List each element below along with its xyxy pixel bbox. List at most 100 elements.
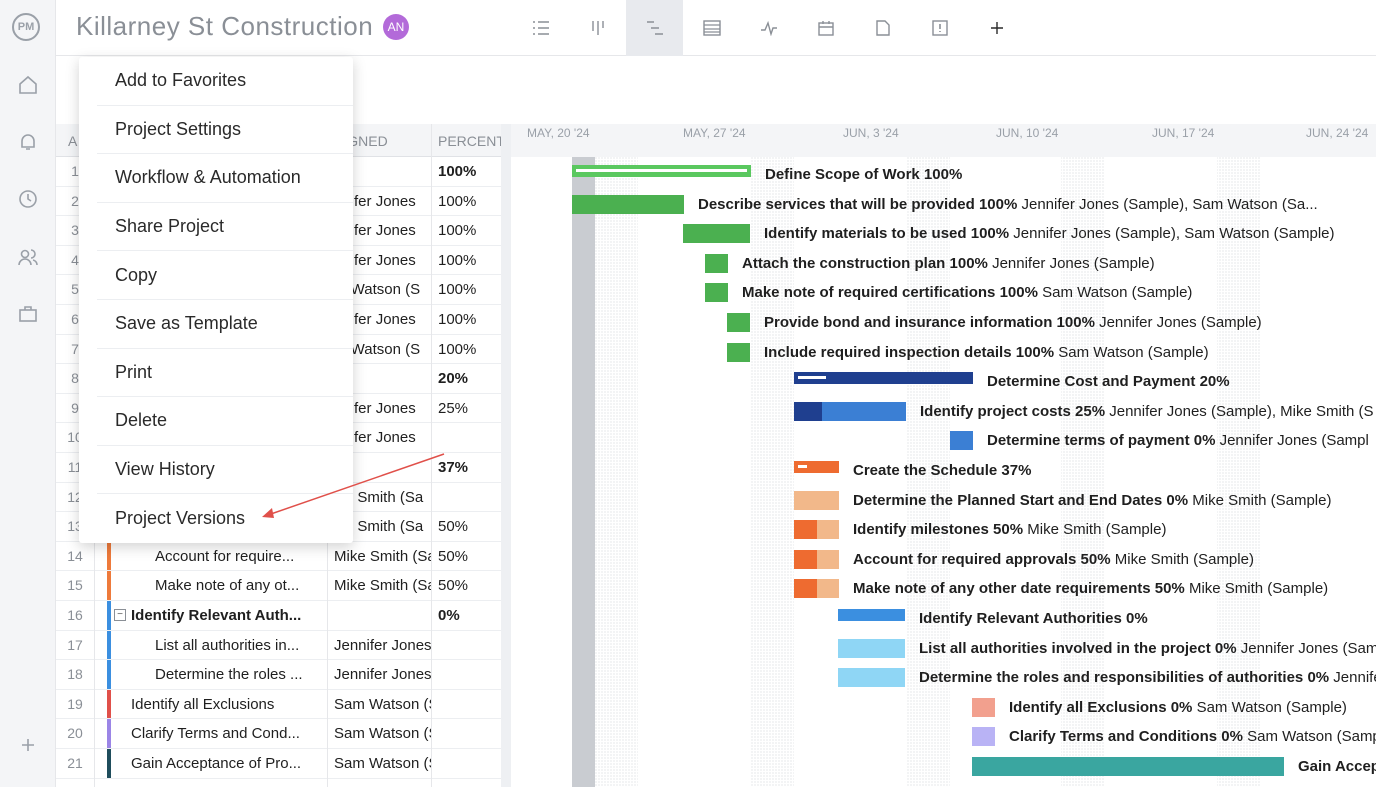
briefcase-icon[interactable]	[17, 303, 39, 325]
gantt-task-bar[interactable]	[794, 401, 906, 421]
percent-cell[interactable]: 100%	[438, 341, 498, 358]
menu-item-workflow-automation[interactable]: Workflow & Automation	[97, 154, 353, 203]
percent-cell[interactable]: 0%	[438, 607, 498, 624]
gantt-view-icon[interactable]	[626, 0, 683, 56]
percent-cell[interactable]: 20%	[438, 370, 498, 387]
gantt-task-percent: 0%	[1170, 698, 1193, 716]
task-name-cell[interactable]: Clarify Terms and Cond...	[131, 725, 323, 742]
gantt-summary-bar[interactable]	[572, 165, 751, 177]
percent-cell[interactable]: 100%	[438, 193, 498, 210]
column-header-percent[interactable]: PERCENT	[438, 133, 505, 149]
gantt-task-bar[interactable]	[838, 668, 905, 688]
assigned-cell[interactable]: Sam Watson (S	[334, 755, 432, 772]
dashboard-view-icon[interactable]	[740, 0, 797, 56]
gantt-summary-bar[interactable]	[794, 372, 973, 385]
gantt-task-bar[interactable]	[727, 342, 750, 362]
task-name-cell[interactable]: Determine the roles ...	[155, 666, 323, 683]
gantt-task-bar[interactable]	[705, 283, 728, 303]
percent-cell[interactable]: 100%	[438, 252, 498, 269]
assigned-cell[interactable]: Jennifer Jones	[334, 637, 432, 654]
gantt-summary-bar[interactable]	[794, 461, 839, 473]
plus-icon[interactable]	[17, 734, 39, 756]
bell-icon[interactable]	[17, 131, 39, 153]
percent-cell[interactable]: 100%	[438, 281, 498, 298]
gantt-task-name: Identify Relevant Authorities	[919, 610, 1122, 627]
gantt-task-bar[interactable]	[972, 727, 995, 747]
table-row[interactable]: 18 Determine the roles ... Jennifer Jones	[56, 660, 501, 690]
gantt-task-bar[interactable]	[838, 638, 905, 658]
gantt-task-bar[interactable]	[705, 253, 728, 273]
collapse-toggle-icon[interactable]: −	[114, 609, 126, 621]
table-row[interactable]: 15 Make note of any ot... Mike Smith (Sa 50…	[56, 571, 501, 601]
report-view-icon[interactable]	[911, 0, 968, 56]
clock-icon[interactable]	[17, 188, 39, 210]
gantt-task-bar[interactable]	[572, 194, 684, 214]
task-name-cell[interactable]: List all authorities in...	[155, 637, 323, 654]
percent-cell[interactable]: 100%	[438, 311, 498, 328]
gantt-task-bar[interactable]	[794, 520, 839, 540]
pane-splitter[interactable]	[501, 124, 511, 787]
percent-cell[interactable]: 50%	[438, 518, 498, 535]
gantt-progress-fill	[572, 194, 684, 214]
board-view-icon[interactable]	[569, 0, 626, 56]
percent-cell[interactable]: 50%	[438, 577, 498, 594]
user-avatar[interactable]: AN	[383, 14, 409, 40]
menu-item-share-project[interactable]: Share Project	[97, 203, 353, 252]
gantt-task-bar[interactable]	[727, 313, 750, 332]
menu-item-delete[interactable]: Delete	[97, 397, 353, 446]
table-row[interactable]: 14 Account for require... Mike Smith (Sa 50…	[56, 541, 501, 572]
sheet-view-icon[interactable]	[683, 0, 740, 56]
row-color-bar	[107, 660, 111, 689]
task-name-cell[interactable]: Identify Relevant Auth...	[131, 607, 323, 624]
row-number: 17	[67, 636, 83, 653]
calendar-view-icon[interactable]	[797, 0, 854, 56]
doc-view-icon[interactable]	[854, 0, 911, 56]
gantt-task-percent: 100%	[970, 225, 1010, 243]
pm-logo[interactable]: PM	[12, 13, 40, 41]
table-row[interactable]: 21 Gain Acceptance of Pro... Sam Watson (S	[56, 749, 501, 779]
menu-item-copy[interactable]: Copy	[97, 251, 353, 300]
gantt-task-bar[interactable]	[950, 431, 973, 451]
percent-cell[interactable]: 25%	[438, 400, 498, 417]
percent-cell[interactable]: 50%	[438, 548, 498, 565]
table-row[interactable]: 16 − Identify Relevant Auth... 0%	[56, 601, 501, 631]
gantt-task-bar[interactable]	[972, 757, 1284, 776]
add-view-icon[interactable]	[968, 0, 1025, 56]
gantt-progress-fill	[683, 224, 750, 244]
gantt-progress-fill	[798, 465, 807, 468]
menu-item-print[interactable]: Print	[97, 349, 353, 398]
task-name-cell[interactable]: Account for require...	[155, 548, 323, 565]
project-title[interactable]: Killarney St Construction	[76, 11, 373, 42]
task-name-cell[interactable]: Identify all Exclusions	[131, 696, 323, 713]
task-name-cell[interactable]: Gain Acceptance of Pro...	[131, 755, 323, 772]
table-row[interactable]: 19 Identify all Exclusions Sam Watson (S	[56, 689, 501, 720]
menu-item-project-versions[interactable]: Project Versions	[97, 494, 353, 543]
timeline-date-label: JUN, 10 '24	[996, 126, 1059, 140]
assigned-cell[interactable]: Sam Watson (S	[334, 725, 432, 742]
people-icon[interactable]	[17, 246, 39, 268]
home-icon[interactable]	[17, 74, 39, 96]
gantt-progress-fill	[576, 169, 747, 172]
menu-item-add-to-favorites[interactable]: Add to Favorites	[97, 57, 353, 106]
menu-item-save-as-template[interactable]: Save as Template	[97, 300, 353, 349]
menu-item-view-history[interactable]: View History	[97, 446, 353, 495]
list-view-icon[interactable]	[512, 0, 569, 56]
assigned-cell[interactable]: Jennifer Jones	[334, 666, 432, 683]
menu-item-project-settings[interactable]: Project Settings	[97, 106, 353, 155]
gantt-task-bar[interactable]	[794, 490, 839, 510]
percent-cell[interactable]: 100%	[438, 222, 498, 239]
gantt-summary-bar[interactable]	[838, 609, 905, 621]
gantt-task-bar[interactable]	[794, 579, 839, 599]
gantt-task-bar[interactable]	[683, 224, 750, 244]
gantt-task-bar[interactable]	[972, 697, 995, 717]
task-name-cell[interactable]: Make note of any ot...	[155, 577, 323, 594]
percent-cell[interactable]: 37%	[438, 459, 498, 476]
column-header-id[interactable]: A	[68, 133, 77, 149]
gantt-task-bar[interactable]	[794, 549, 839, 569]
assigned-cell[interactable]: Mike Smith (Sa	[334, 548, 432, 565]
table-row[interactable]: 20 Clarify Terms and Cond... Sam Watson (S	[56, 719, 501, 749]
percent-cell[interactable]: 100%	[438, 163, 498, 180]
assigned-cell[interactable]: Sam Watson (S	[334, 696, 432, 713]
table-row[interactable]: 17 List all authorities in... Jennifer Jon…	[56, 630, 501, 661]
assigned-cell[interactable]: Mike Smith (Sa	[334, 577, 432, 594]
